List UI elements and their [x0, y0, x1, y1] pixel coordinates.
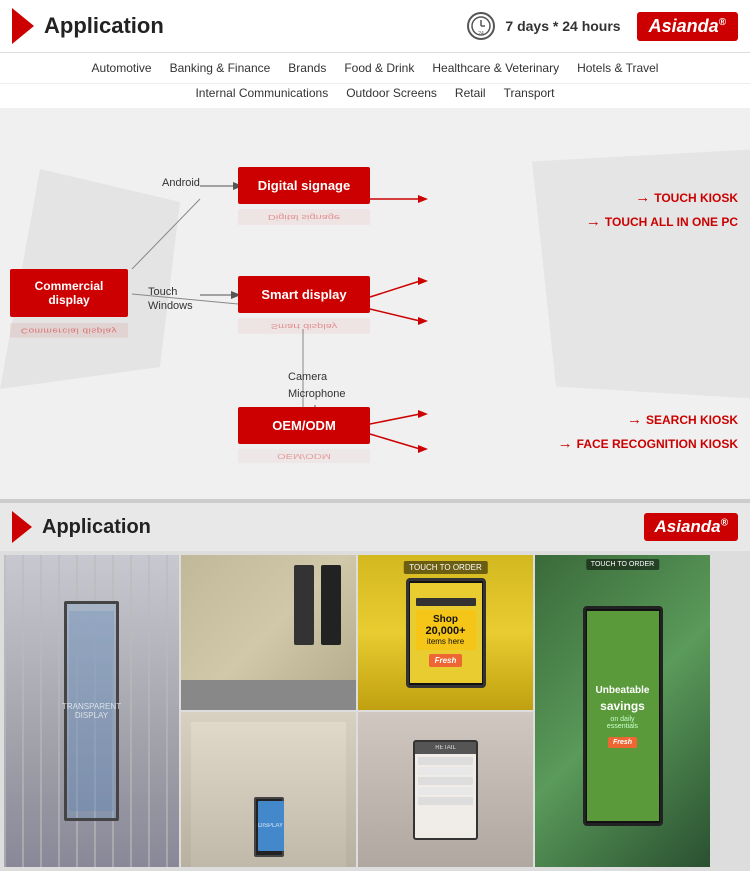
oem-box: OEM/ODM OEM/ODM — [238, 407, 370, 467]
touch-label: TouchWindows — [148, 285, 193, 314]
photo-green-kiosk: TOUCH TO ORDER Unbeatable savings on dai… — [535, 555, 710, 867]
nav-bar-2: Internal Communications Outdoor Screens … — [0, 84, 750, 109]
oem-label: OEM/ODM — [238, 407, 370, 444]
arrow-icon-1: → — [635, 189, 650, 206]
fresh-badge-2: Fresh — [608, 737, 637, 748]
nav-automotive[interactable]: Automotive — [84, 59, 160, 77]
nav-outdoor[interactable]: Outdoor Screens — [338, 84, 445, 102]
shop-sub: items here — [418, 637, 474, 646]
photo-store-interior — [181, 555, 356, 710]
photo-store-display: TRANSPARENTDISPLAY — [4, 555, 179, 867]
face-recog-label: FACE RECOGNITION KIOSK — [577, 437, 738, 451]
shop-num: 20,000+ — [418, 625, 474, 637]
shop-text: Shop — [418, 614, 474, 625]
digital-mirror: Digital signage — [238, 209, 370, 225]
touch-all-label: TOUCH ALL IN ONE PC — [605, 215, 738, 229]
digital-box: Digital signage Digital signage — [238, 167, 370, 229]
right-label-4: → FACE RECOGNITION KIOSK — [558, 435, 738, 452]
logo-suffix: ® — [719, 17, 726, 28]
unbeatable-text: Unbeatable — [596, 685, 650, 696]
touch-order-badge: TOUCH TO ORDER — [586, 559, 659, 570]
bottom-logo: Asianda® — [644, 513, 738, 541]
hours-text: 7 days * 24 hours — [505, 18, 620, 34]
daily-text: on daily essentials — [595, 716, 651, 730]
touch-to-order-badge: TOUCH TO ORDER — [403, 561, 487, 574]
top-section: Application 24 7 days * 24 hours Asianda… — [0, 0, 750, 501]
photo-small-kiosk: DISPLAY — [181, 712, 356, 867]
smart-label: Smart display — [238, 276, 370, 313]
fresh-badge: Fresh — [429, 654, 463, 667]
photo-yellow-kiosk: TOUCH TO ORDER Shop 20,000+ items here F… — [358, 555, 533, 710]
header-triangle-icon — [12, 8, 34, 44]
right-label-2: → TOUCH ALL IN ONE PC — [586, 213, 738, 230]
smart-mirror: Smart display — [238, 318, 370, 334]
page-title: Application — [44, 13, 467, 39]
smart-box: Smart display Smart display — [238, 276, 370, 338]
svg-text:24: 24 — [479, 31, 485, 37]
savings-text: savings — [600, 699, 645, 713]
right-label-3: → SEARCH KIOSK — [627, 411, 738, 428]
photo-retail-kiosk: RETAIL — [358, 712, 533, 867]
oem-mirror: OEM/ODM — [238, 449, 370, 463]
bottom-triangle-icon — [12, 511, 32, 543]
logo-box: Asianda® — [637, 12, 738, 41]
right-label-1: → TOUCH KIOSK — [635, 189, 738, 206]
commercial-box: Commercial display Commercial display — [10, 269, 128, 338]
commercial-label: Commercial display — [10, 269, 128, 317]
nav-bar: Automotive Banking & Finance Brands Food… — [0, 53, 750, 84]
arrow-icon-3: → — [627, 411, 642, 428]
nav-food[interactable]: Food & Drink — [336, 59, 422, 77]
logo-text: Asianda — [649, 16, 719, 36]
touch-kiosk-label: TOUCH KIOSK — [654, 191, 738, 205]
header: Application 24 7 days * 24 hours Asianda… — [0, 0, 750, 53]
clock-area: 24 7 days * 24 hours — [467, 12, 620, 40]
bottom-title: Application — [42, 516, 644, 539]
search-kiosk-label: SEARCH KIOSK — [646, 413, 738, 427]
digital-label: Digital signage — [238, 167, 370, 204]
nav-retail[interactable]: Retail — [447, 84, 494, 102]
nav-transport[interactable]: Transport — [496, 84, 563, 102]
nav-healthcare[interactable]: Healthcare & Veterinary — [424, 59, 567, 77]
nav-brands[interactable]: Brands — [280, 59, 334, 77]
commercial-mirror: Commercial display — [10, 323, 128, 338]
bottom-section: Application Asianda® TRANSPARENTDISPLAY — [0, 501, 750, 871]
arrow-icon-4: → — [558, 435, 573, 452]
nav-banking[interactable]: Banking & Finance — [162, 59, 279, 77]
nav-internal[interactable]: Internal Communications — [187, 84, 336, 102]
arrow-icon-2: → — [586, 213, 601, 230]
nav-hotels[interactable]: Hotels & Travel — [569, 59, 666, 77]
diagram-area: Commercial display Commercial display An… — [0, 109, 750, 499]
photo-grid: TRANSPARENTDISPLAY TOUCH TO ORDER — [0, 551, 750, 871]
clock-icon: 24 — [467, 12, 495, 40]
bottom-header: Application Asianda® — [0, 501, 750, 551]
